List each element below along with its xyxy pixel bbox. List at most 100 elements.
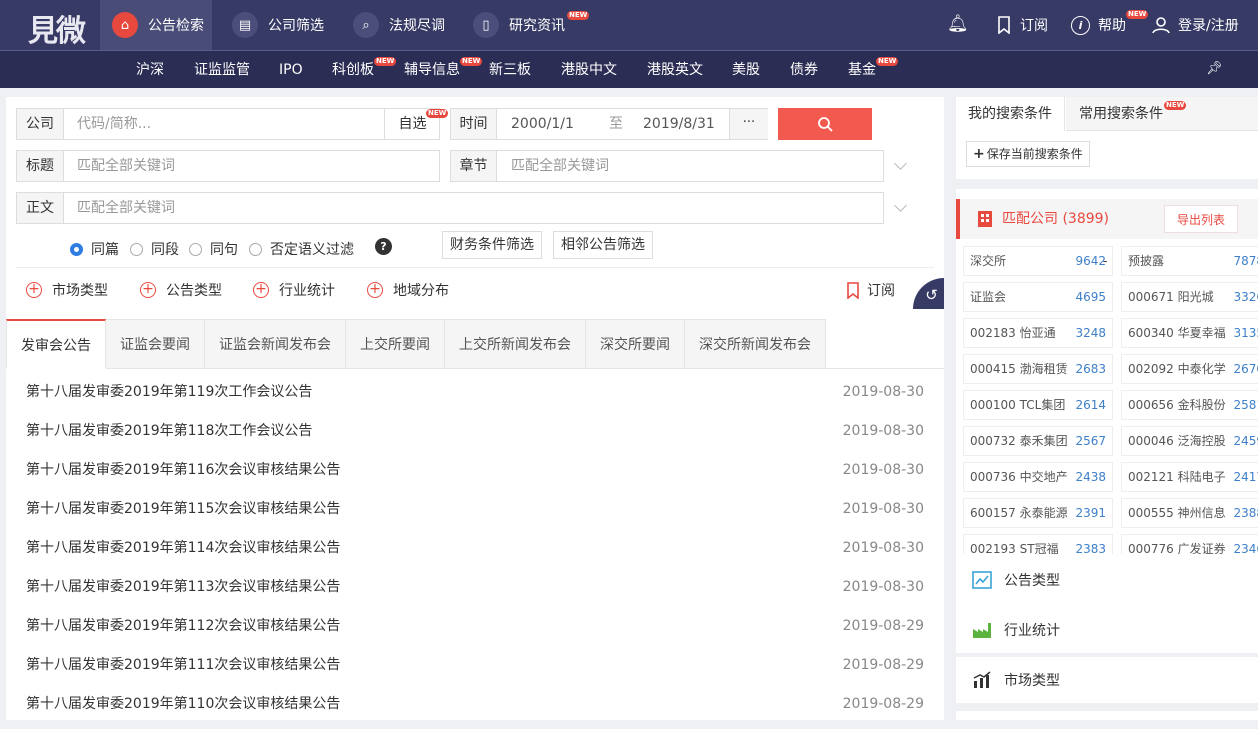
stat-cell[interactable]: 深交所 9642 (963, 246, 1113, 276)
radio-same-sentence[interactable]: 同句 (189, 239, 238, 259)
list-item[interactable]: 第十八届发审委2019年第112次会议审核结果公告 2019-08-29 (26, 612, 924, 651)
tab-sse-press[interactable]: 上交所新闻发布会 (445, 319, 586, 369)
subnav-item[interactable]: 债券 (790, 51, 818, 89)
list-item[interactable]: 第十八届发审委2019年第119次工作会议公告 2019-08-30 (26, 378, 924, 417)
subscribe-button[interactable]: 订阅 (846, 280, 895, 300)
title-field[interactable]: 标题 匹配全部关键词 (16, 150, 440, 182)
stat-cell[interactable]: 000415 渤海租赁 2683 (963, 354, 1113, 384)
title-input[interactable]: 匹配全部关键词 (65, 151, 175, 181)
category-label: 地域分布 (393, 283, 449, 299)
tab-csrc-news[interactable]: 证监会要闻 (106, 319, 205, 369)
stat-cell[interactable]: 600157 永泰能源 2391 (963, 498, 1113, 528)
stat-cell[interactable]: 000656 金科股份 2581 (1121, 390, 1258, 420)
category-announcement-type[interactable]: + 公告类型 (140, 280, 222, 300)
date-to-input[interactable]: 2019/8/31 (631, 109, 715, 139)
tab-common-search[interactable]: 常用搜索条件 (1066, 97, 1258, 131)
stat-cell[interactable]: 002121 科陆电子 2417 (1121, 462, 1258, 492)
tab-szse-news[interactable]: 深交所要闻 (586, 319, 685, 369)
logo[interactable]: 見微 (28, 6, 86, 50)
tab-my-search[interactable]: 我的搜索条件 (956, 97, 1065, 131)
list-item[interactable]: 第十八届发审委2019年第113次会议审核结果公告 2019-08-30 (26, 573, 924, 612)
subnav-item[interactable]: IPO (279, 51, 303, 89)
pin-icon[interactable]: 📌︎ (1206, 61, 1223, 76)
subnav-item[interactable]: 港股英文 (647, 51, 703, 89)
stat-cell[interactable]: 000776 广发证券 2346 (1121, 534, 1258, 554)
bell-icon[interactable]: 🔔︎ (947, 14, 969, 34)
stat-cell[interactable]: 000555 神州信息 2388 (1121, 498, 1258, 528)
nav-regulation[interactable]: ⌕ 法规尽调 (353, 0, 445, 50)
stat-cell[interactable]: 000046 泛海控股 2459 (1121, 426, 1258, 456)
search-button[interactable] (778, 108, 872, 140)
subnav-item[interactable]: 科创板 (332, 51, 374, 89)
stat-cell[interactable]: 000671 阳光城 3326 (1121, 282, 1258, 312)
section-announcement-type[interactable]: 公告类型 (956, 557, 1258, 603)
date-more-button[interactable]: ··· (729, 109, 768, 139)
chapter-field[interactable]: 章节 匹配全部关键词 (450, 150, 884, 182)
nav-label: 公告检索 (148, 18, 204, 34)
tab-szse-press[interactable]: 深交所新闻发布会 (685, 319, 826, 369)
radio-negation-filter[interactable]: 否定语义过滤 (249, 239, 354, 259)
section-industry-stats[interactable]: 行业统计 (956, 607, 1258, 653)
stat-count: 3248 (1075, 326, 1106, 340)
stat-cell[interactable]: 预披露 7878 (1121, 246, 1258, 276)
subscribe-link[interactable]: 订阅 (996, 0, 1048, 50)
item-title: 第十八届发审委2019年第113次会议审核结果公告 (26, 579, 341, 595)
subnav-item[interactable]: 沪深 (136, 51, 164, 89)
list-item[interactable]: 第十八届发审委2019年第111次会议审核结果公告 2019-08-29 (26, 651, 924, 690)
stat-cell[interactable]: 600340 华夏幸福 3135 (1121, 318, 1258, 348)
time-field[interactable]: 时间 2000/1/1 至 2019/8/31 ··· (450, 108, 768, 140)
category-region[interactable]: + 地域分布 (367, 280, 449, 300)
chapter-input[interactable]: 匹配全部关键词 (499, 151, 609, 181)
login-link[interactable]: 登录/注册 (1152, 0, 1239, 50)
stat-name: 000656 金科股份 (1128, 398, 1226, 412)
stat-cell[interactable]: 002092 中泰化学 2670 (1121, 354, 1258, 384)
radio-label: 同篇 (91, 242, 119, 258)
stat-cell[interactable]: 002193 ST冠福 2383 (963, 534, 1113, 554)
list-item[interactable]: 第十八届发审委2019年第114次会议审核结果公告 2019-08-30 (26, 534, 924, 573)
subnav-item[interactable]: 基金 (848, 51, 876, 89)
finance-filter-button[interactable]: 财务条件筛选 (442, 231, 542, 259)
subnav-item[interactable]: 辅导信息 (404, 51, 460, 89)
list-item[interactable]: 第十八届发审委2019年第116次会议审核结果公告 2019-08-30 (26, 456, 924, 495)
date-from-input[interactable]: 2000/1/1 (499, 109, 574, 139)
export-list-button[interactable]: 导出列表 (1164, 205, 1239, 233)
category-label: 公告类型 (166, 283, 222, 299)
category-industry-stats[interactable]: + 行业统计 (253, 280, 335, 300)
company-field[interactable]: 公司 代码/简称... 自选 (16, 108, 440, 140)
nav-announcement-search[interactable]: ⌂ 公告检索 (100, 0, 212, 50)
list-item[interactable]: 第十八届发审委2019年第118次工作会议公告 2019-08-30 (26, 417, 924, 456)
radio-same-paragraph[interactable]: 同段 (130, 239, 179, 259)
body-input[interactable]: 匹配全部关键词 (65, 193, 175, 223)
list-item[interactable]: 第十八届发审委2019年第110次会议审核结果公告 2019-08-29 (26, 690, 924, 729)
radio-same-article[interactable]: 同篇 (70, 239, 119, 259)
stat-cell[interactable]: 000732 泰禾集团 2567 (963, 426, 1113, 456)
stat-cell[interactable]: 002183 怡亚通 3248 (963, 318, 1113, 348)
category-market-type[interactable]: + 市场类型 (26, 280, 108, 300)
nav-research[interactable]: ▯ 研究资讯 (473, 0, 565, 50)
adjacent-filter-button[interactable]: 相邻公告筛选 (553, 231, 653, 259)
help-link[interactable]: i 帮助 (1071, 0, 1126, 50)
subnav-item[interactable]: 美股 (732, 51, 760, 89)
save-search-button[interactable]: + 保存当前搜索条件 (966, 141, 1090, 167)
stat-cell[interactable]: 000100 TCL集团 2614 (963, 390, 1113, 420)
stat-cell[interactable]: 000736 中交地产 2438 (963, 462, 1113, 492)
stat-cell[interactable]: 证监会 4695 (963, 282, 1113, 312)
company-input[interactable]: 代码/简称... (65, 109, 151, 139)
subnav-item[interactable]: 证监监管 (194, 51, 250, 89)
list-item[interactable]: 第十八届发审委2019年第115次会议审核结果公告 2019-08-30 (26, 495, 924, 534)
subnav-item[interactable]: 港股中文 (561, 51, 617, 89)
nav-company-filter[interactable]: ▤ 公司筛选 (232, 0, 324, 50)
tab-ipo-committee[interactable]: 发审会公告 (6, 319, 106, 369)
tab-sse-news[interactable]: 上交所要闻 (346, 319, 445, 369)
search-icon (818, 117, 833, 132)
stat-count: 2417 (1233, 470, 1258, 484)
body-field[interactable]: 正文 匹配全部关键词 (16, 192, 884, 224)
section-more (956, 711, 1258, 720)
tab-csrc-press[interactable]: 证监会新闻发布会 (205, 319, 346, 369)
new-badge: NEW (1164, 101, 1187, 110)
factory-icon (973, 623, 991, 638)
section-market-type[interactable]: 市场类型 (956, 657, 1258, 703)
plus-icon: + (140, 282, 156, 298)
subnav-item[interactable]: 新三板 (489, 51, 531, 89)
help-icon[interactable]: ? (375, 238, 392, 255)
